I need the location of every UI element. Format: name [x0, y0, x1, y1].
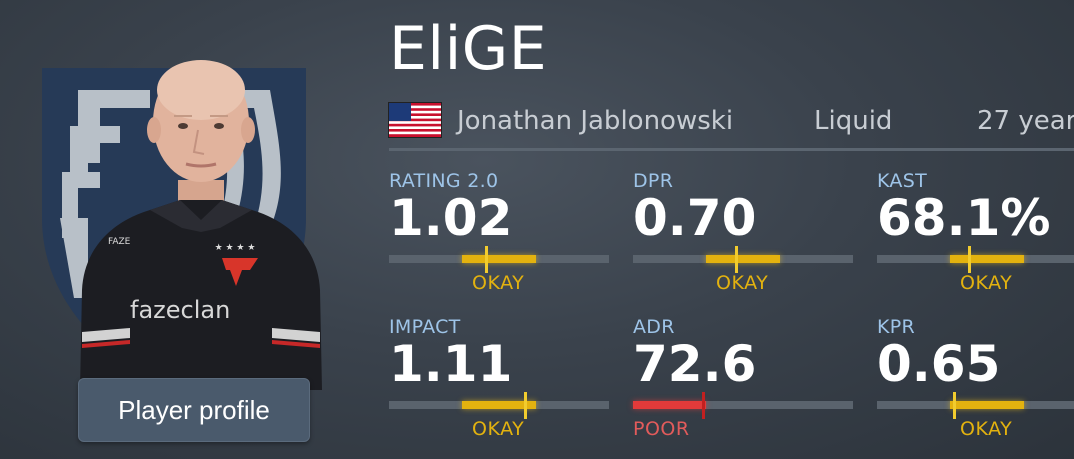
stat-grade: OKAY: [716, 272, 769, 294]
stat-value: 1.02: [389, 189, 513, 247]
player-nickname: EliGE: [389, 14, 548, 84]
stat-kast: KAST 68.1% OKAY: [877, 170, 1074, 310]
stat-bar: [389, 392, 609, 419]
stat-rating: RATING 2.0 1.02 OKAY: [389, 170, 611, 310]
player-info-row: Jonathan Jablonowski Liquid 27 years: [389, 100, 1074, 140]
stat-value: 72.6: [633, 335, 757, 393]
stat-bar: [389, 246, 609, 273]
stat-bar-fill: [949, 255, 1025, 263]
stat-value: 0.65: [877, 335, 1001, 393]
stat-dpr: DPR 0.70 OKAY: [633, 170, 855, 310]
stat-grade: OKAY: [960, 418, 1013, 440]
stat-bar-marker: [953, 392, 956, 419]
stat-bar-fill: [949, 401, 1025, 409]
stat-impact: IMPACT 1.11 OKAY: [389, 316, 611, 456]
stat-bar: [877, 246, 1074, 273]
stat-bar-marker: [484, 246, 488, 273]
stat-grade: OKAY: [960, 272, 1013, 294]
player-photo: ★ ★ ★ ★ fazeclan FAZE: [80, 60, 322, 390]
us-flag-icon: [389, 103, 441, 137]
player-real-name: Jonathan Jablonowski: [457, 106, 734, 136]
stat-value: 0.70: [633, 189, 757, 247]
stat-kpr: KPR 0.65 OKAY: [877, 316, 1074, 456]
jersey-collar-text: FAZE: [108, 237, 131, 247]
stat-adr: ADR 72.6 POOR: [633, 316, 855, 456]
stat-bar-marker: [735, 246, 739, 273]
stat-value: 68.1%: [877, 189, 1051, 247]
stat-grade: OKAY: [472, 272, 525, 294]
stat-bar: [633, 246, 853, 273]
svg-text:★ ★ ★ ★: ★ ★ ★ ★: [215, 243, 256, 253]
stat-bar: [633, 392, 853, 419]
stat-bar-marker: [702, 392, 706, 419]
stat-grade: OKAY: [472, 418, 525, 440]
jersey-sponsor-text: fazeclan: [130, 296, 230, 324]
stat-bar-marker: [524, 392, 528, 419]
stat-bar-fill: [705, 255, 781, 263]
stat-bar: [877, 392, 1074, 419]
stat-bar-fill: [633, 401, 706, 409]
player-age: 27 years: [977, 106, 1074, 136]
stat-bar-fill: [461, 255, 537, 263]
stat-grade: POOR: [633, 418, 690, 440]
player-profile-button[interactable]: Player profile: [78, 378, 310, 442]
stat-value: 1.11: [389, 335, 513, 393]
player-team-link[interactable]: Liquid: [814, 106, 892, 136]
header-divider: [389, 148, 1074, 151]
stat-bar-marker: [968, 246, 972, 273]
